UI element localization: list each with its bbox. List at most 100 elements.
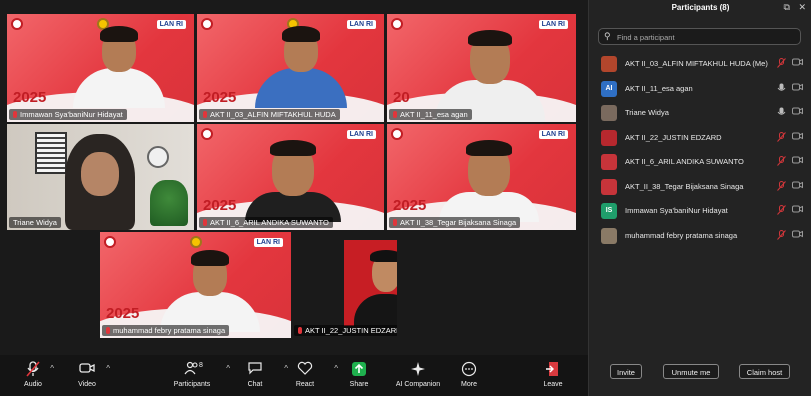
participant-row[interactable]: AI AKT II_11_esa agan [589,77,811,102]
participant-name: Immawan Sya'baniNur Hidayat [625,206,728,215]
participant-search: ⚲ [598,28,801,45]
muted-mic-icon[interactable] [777,205,786,217]
video-tile[interactable]: LAN RI 2025 AKT II_6_ARIL ANDIKA SUWANTO [197,124,384,230]
avatar [601,105,617,121]
video-off-icon[interactable] [792,58,803,68]
muted-mic-icon[interactable] [777,180,786,193]
participant-figure [255,26,347,108]
video-tile[interactable]: LAN RI 2025 muhammad febry pratama sinag… [100,232,291,338]
lan-ri-logo: LAN RI [538,130,568,139]
participant-hair [370,250,397,262]
video-off-icon[interactable] [792,230,803,240]
claim-host-button[interactable]: Claim host [739,364,790,379]
audio-label: Audio [24,381,42,388]
chevron-up-icon[interactable]: ^ [106,364,110,373]
ai-companion-label: AI Companion [395,381,441,388]
more-button[interactable]: More [442,355,496,396]
share-label: Share [349,381,369,388]
muted-mic-icon [203,219,207,226]
participants-button[interactable]: 8 ^ Participants [162,355,230,396]
participant-figure [439,140,539,222]
muted-mic-icon [393,219,397,226]
participant-name: AKT II_22_JUSTIN EDZARD [625,132,722,142]
video-tile[interactable]: LAN RI 2025 Immawan Sya'baniNur Hidayat [7,14,194,122]
video-off-icon[interactable] [792,156,803,166]
invite-button[interactable]: Invite [610,364,642,379]
video-tile[interactable]: LAN RI 2025 AKT II_03_ALFIN MIFTAKHUL HU… [197,14,384,122]
unmute-me-button[interactable]: Unmute me [663,364,719,379]
close-icon[interactable]: ✕ [798,2,806,12]
meeting-toolbar: ^ Audio ^ Video 8 ^ Participants ^ Chat … [0,355,588,396]
clock-icon [147,146,169,168]
lan-ri-logo: LAN RI [346,130,376,139]
year-text: 2025 [106,305,140,322]
chat-button[interactable]: ^ Chat [228,355,288,396]
participant-row[interactable]: IS Immawan Sya'baniNur Hidayat [589,199,811,224]
lan-ri-logo: LAN RI [253,238,283,247]
participant-search-input[interactable] [615,30,799,45]
lan-ri-logo: LAN RI [346,20,376,29]
participant-name: AKT II_03_ALFIN MIFTAKHUL HUDA (Me) [625,59,768,68]
video-off-icon[interactable] [792,181,803,191]
video-tile[interactable]: LAN RI 20 AKT II_11_esa agan [387,14,576,122]
participant-face [81,152,119,196]
year-text: 20 [393,89,410,106]
video-tile[interactable]: LAN RI 2025 AKT II_38_Tegar Bijaksana Si… [387,124,576,230]
participant-list: AKT II_03_ALFIN MIFTAKHUL HUDA (Me) AI AKT… [589,52,811,248]
participant-name: AKT II_6_ARIL ANDIKA SUWANTO [210,218,329,227]
chevron-up-icon[interactable]: ^ [50,364,54,373]
react-button[interactable]: ^ React [278,355,338,396]
mic-icon[interactable] [777,83,786,95]
search-icon: ⚲ [604,31,611,41]
participant-row[interactable]: AKT II_22_JUSTIN EDZARD [589,126,811,151]
participant-figure [245,140,341,222]
participants-count: 8 [199,362,203,369]
leave-button[interactable]: Leave [526,355,580,396]
participant-name: AKT_II_38_Tegar Bijaksana Sinaga [625,181,744,191]
video-off-icon[interactable] [792,205,803,215]
pop-out-icon[interactable]: ⧉ [784,2,790,12]
participant-name-label: AKT II_38_Tegar Bijaksana Sinaga [389,217,521,228]
mic-icon[interactable] [777,107,786,119]
chat-label: Chat [247,381,263,388]
leave-label: Leave [543,381,563,388]
video-camera-icon [78,361,96,377]
chat-icon [246,361,264,377]
avatar [601,178,617,195]
participant-name: Triane Widya [625,108,669,117]
participant-row[interactable]: AKT II_6_ARIL ANDIKA SUWANTO [589,150,811,175]
video-off-icon[interactable] [792,107,803,117]
ai-companion-button[interactable]: AI Companion [388,355,448,396]
participant-row[interactable]: AKT_II_38_Tegar Bijaksana Sinaga [589,175,811,200]
year-text: 2025 [13,89,47,106]
muted-mic-icon[interactable] [777,156,786,168]
participant-row[interactable]: muhammad febry pratama sinaga [589,224,811,249]
muted-mic-icon[interactable] [777,58,786,70]
participants-panel: Participants (8) ⧉ ✕ ⚲ AKT II_03_ALFIN M… [588,0,811,396]
share-button[interactable]: Share [332,355,386,396]
leave-door-icon [544,361,562,377]
video-gallery: LAN RI 2025 Immawan Sya'baniNur Hidayat … [0,0,588,355]
video-off-icon[interactable] [792,132,803,142]
video-tile[interactable]: AKT II_22_JUSTIN EDZARD [292,232,397,338]
lan-ri-logo: LAN RI [538,20,568,29]
participant-row[interactable]: AKT II_03_ALFIN MIFTAKHUL HUDA (Me) [589,52,811,77]
emblem-icon [190,236,202,248]
logo-icon [391,128,403,140]
muted-mic-icon [393,111,397,118]
heart-icon [296,361,314,377]
audio-button[interactable]: ^ Audio [6,355,60,396]
participant-name-label: Immawan Sya'baniNur Hidayat [9,109,127,120]
year-text: 2025 [393,197,427,214]
participant-row[interactable]: Triane Widya [589,101,811,126]
video-off-icon[interactable] [792,83,803,93]
muted-mic-icon[interactable] [777,229,786,242]
avatar [601,154,617,170]
participants-label: Participants [173,381,211,388]
video-tile[interactable]: Triane Widya [7,124,194,230]
participant-name-label: AKT II_11_esa agan [389,109,472,120]
logo-icon [201,128,213,140]
logo-icon [391,18,403,30]
muted-mic-icon[interactable] [777,131,786,144]
video-button[interactable]: ^ Video [60,355,114,396]
